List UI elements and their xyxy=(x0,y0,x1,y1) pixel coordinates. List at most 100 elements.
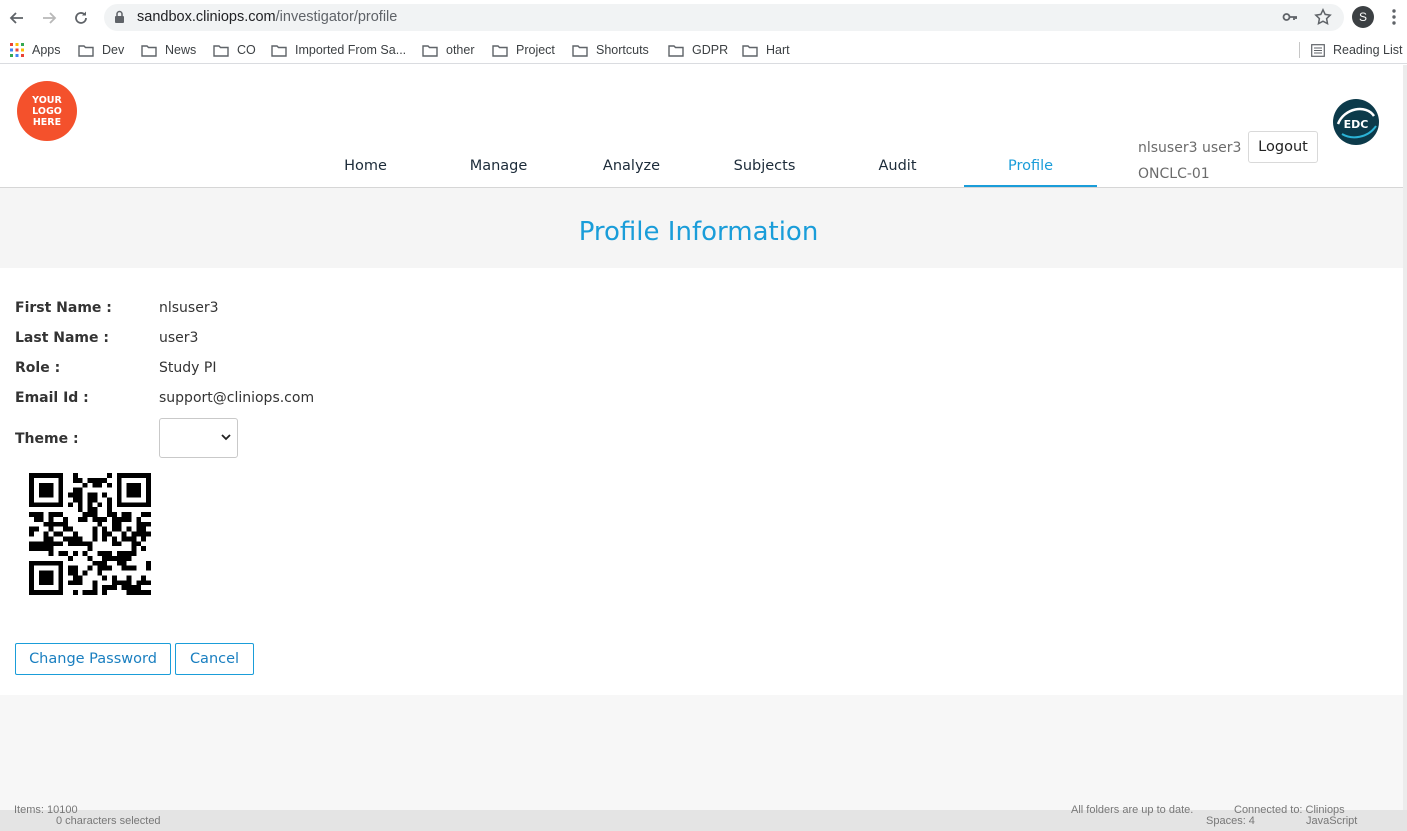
nav-tab-subjects[interactable]: Subjects xyxy=(698,150,831,187)
reading-list-label: Reading List xyxy=(1333,43,1403,57)
reload-button[interactable] xyxy=(69,6,93,30)
field-value: Study PI xyxy=(159,360,217,376)
logout-button[interactable]: Logout xyxy=(1248,131,1318,163)
qr-module xyxy=(82,512,88,517)
more-vert-icon[interactable] xyxy=(1386,7,1402,27)
qr-module xyxy=(146,590,151,595)
bookmark-folder[interactable]: CO xyxy=(213,41,256,59)
qr-module xyxy=(92,531,98,537)
nav-tab-analyze[interactable]: Analyze xyxy=(565,150,698,187)
qr-module xyxy=(53,521,59,527)
bookmark-folder[interactable]: Project xyxy=(492,41,555,59)
bookmark-star-icon[interactable] xyxy=(1314,8,1332,26)
qr-module xyxy=(77,580,83,586)
change-password-button[interactable]: Change Password xyxy=(15,643,171,675)
qr-module xyxy=(102,560,108,566)
reading-list-button[interactable]: Reading List xyxy=(1299,41,1403,59)
qr-module xyxy=(87,497,93,503)
field-email: Email Id : support@cliniops.com xyxy=(15,388,314,408)
bookmark-folder[interactable]: Dev xyxy=(78,41,124,59)
company-logo[interactable]: YOUR LOGO HERE xyxy=(17,81,77,141)
field-role: Role : Study PI xyxy=(15,358,216,378)
qr-module xyxy=(92,585,98,591)
folder-icon xyxy=(78,44,94,57)
qr-module xyxy=(72,531,78,537)
qr-module xyxy=(126,575,132,581)
background-window-status: Items: 10100 0 characters selected All f… xyxy=(0,804,1407,831)
forward-button[interactable] xyxy=(37,6,61,30)
qr-module xyxy=(126,590,132,595)
qr-module xyxy=(38,482,54,498)
qr-module xyxy=(136,531,142,537)
qr-module xyxy=(82,541,88,547)
cancel-button[interactable]: Cancel xyxy=(175,643,254,675)
qr-module xyxy=(68,580,73,586)
qr-module xyxy=(48,512,54,517)
qr-module xyxy=(146,565,151,571)
bookmark-folder[interactable]: Hart xyxy=(742,41,790,59)
qr-module xyxy=(38,512,44,517)
key-icon[interactable] xyxy=(1282,10,1298,24)
qr-module xyxy=(107,502,112,508)
back-button[interactable] xyxy=(5,6,29,30)
qr-module xyxy=(92,512,98,517)
qr-module xyxy=(53,541,59,547)
qr-module xyxy=(68,492,73,498)
qr-module xyxy=(48,516,54,522)
field-theme: Theme : xyxy=(15,429,159,449)
qr-module xyxy=(107,585,112,591)
qr-module xyxy=(92,516,98,522)
bookmark-label: CO xyxy=(237,43,256,57)
sync-status-text: All folders are up to date. xyxy=(1071,804,1194,816)
qr-module xyxy=(48,546,54,552)
qr-module xyxy=(111,585,117,591)
nav-tab-home[interactable]: Home xyxy=(299,150,432,187)
qr-module xyxy=(121,565,127,571)
profile-avatar[interactable]: S xyxy=(1352,6,1374,28)
qr-module xyxy=(116,551,122,556)
qr-module xyxy=(38,546,44,552)
qr-module xyxy=(121,560,127,566)
qr-module xyxy=(141,546,147,552)
bookmark-folder[interactable]: GDPR xyxy=(668,41,728,59)
qr-module xyxy=(116,541,122,547)
bookmark-apps[interactable]: Apps xyxy=(10,41,61,59)
qr-module xyxy=(111,575,117,581)
qr-module xyxy=(111,541,117,547)
qr-module xyxy=(107,531,112,537)
nav-tab-profile[interactable]: Profile xyxy=(964,150,1097,187)
spaces-text: Spaces: 4 xyxy=(1206,815,1255,827)
qr-module xyxy=(92,580,98,586)
qr-module xyxy=(48,541,54,547)
qr-module xyxy=(102,551,108,556)
bookmark-folder[interactable]: Shortcuts xyxy=(572,41,649,59)
qr-module xyxy=(116,555,122,561)
app-header: YOUR LOGO HERE Home Manage Analyze Subje… xyxy=(0,65,1403,188)
nav-tab-manage[interactable]: Manage xyxy=(432,150,565,187)
bookmark-folder[interactable]: News xyxy=(141,41,196,59)
qr-module xyxy=(107,555,112,561)
qr-module xyxy=(146,580,151,586)
field-label: Email Id : xyxy=(15,390,89,406)
qr-module xyxy=(29,526,34,532)
qr-module xyxy=(121,536,127,542)
bookmarks-bar: Apps Dev News CO Imported From Sa... oth… xyxy=(0,36,1407,64)
nav-tab-audit[interactable]: Audit xyxy=(831,150,964,187)
bookmark-folder[interactable]: Imported From Sa... xyxy=(271,41,406,59)
address-bar[interactable]: sandbox.cliniops.com/investigator/profil… xyxy=(104,4,1344,31)
qr-module xyxy=(53,512,59,517)
qr-module xyxy=(136,585,142,591)
qr-module xyxy=(111,536,117,542)
lock-icon xyxy=(115,10,124,23)
qr-module xyxy=(38,541,44,547)
qr-module xyxy=(92,536,98,542)
bookmark-folder[interactable]: other xyxy=(422,41,475,59)
qr-module xyxy=(102,536,108,542)
theme-select[interactable] xyxy=(159,418,238,458)
qr-module xyxy=(141,526,147,532)
qr-module xyxy=(141,575,147,581)
browser-toolbar: sandbox.cliniops.com/investigator/profil… xyxy=(0,0,1407,36)
qr-module xyxy=(77,536,83,542)
qr-module xyxy=(92,482,98,488)
qr-module xyxy=(141,531,147,537)
